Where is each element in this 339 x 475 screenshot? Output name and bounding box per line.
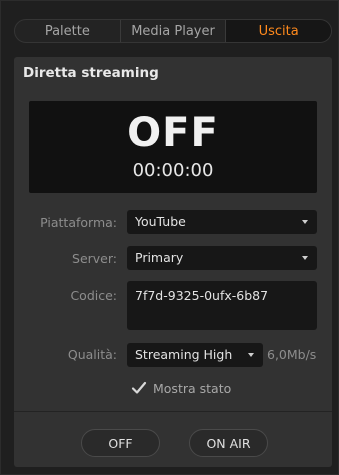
tab-palette[interactable]: Palette [15,20,121,42]
section-title: Diretta streaming [23,65,159,81]
off-button[interactable]: OFF [81,429,160,457]
stream-status-display: OFF 00:00:00 [29,101,317,193]
server-select-value: Primary [135,250,184,265]
tab-media-player[interactable]: Media Player [121,20,227,42]
stream-key-field[interactable]: 7f7d-9325-0ufx-6b87 [127,281,317,330]
key-label: Codice: [70,288,117,303]
divider [14,411,332,412]
platform-select[interactable]: YouTube [127,210,317,234]
show-status-checkbox[interactable]: Mostra stato [131,379,231,397]
chevron-down-icon [302,220,308,224]
quality-select-value: Streaming High [135,347,233,362]
checkmark-icon [131,380,147,396]
show-status-label: Mostra stato [153,380,232,396]
server-select[interactable]: Primary [127,246,317,270]
quality-select[interactable]: Streaming High [127,343,263,367]
bitrate-value: 6,0Mb/s [267,347,317,362]
stream-state-text: OFF [127,110,219,156]
tab-output[interactable]: Uscita [226,20,331,42]
server-label: Server: [72,251,117,266]
on-air-button[interactable]: ON AIR [189,429,268,457]
chevron-down-icon [248,353,254,357]
output-panel-window: Palette Media Player Uscita Diretta stre… [0,0,339,475]
chevron-down-icon [302,256,308,260]
platform-label: Piattaforma: [40,215,117,230]
stream-timecode: 00:00:00 [132,160,214,181]
tab-bar: Palette Media Player Uscita [14,19,332,43]
quality-label: Qualità: [67,347,117,362]
platform-select-value: YouTube [135,214,186,229]
